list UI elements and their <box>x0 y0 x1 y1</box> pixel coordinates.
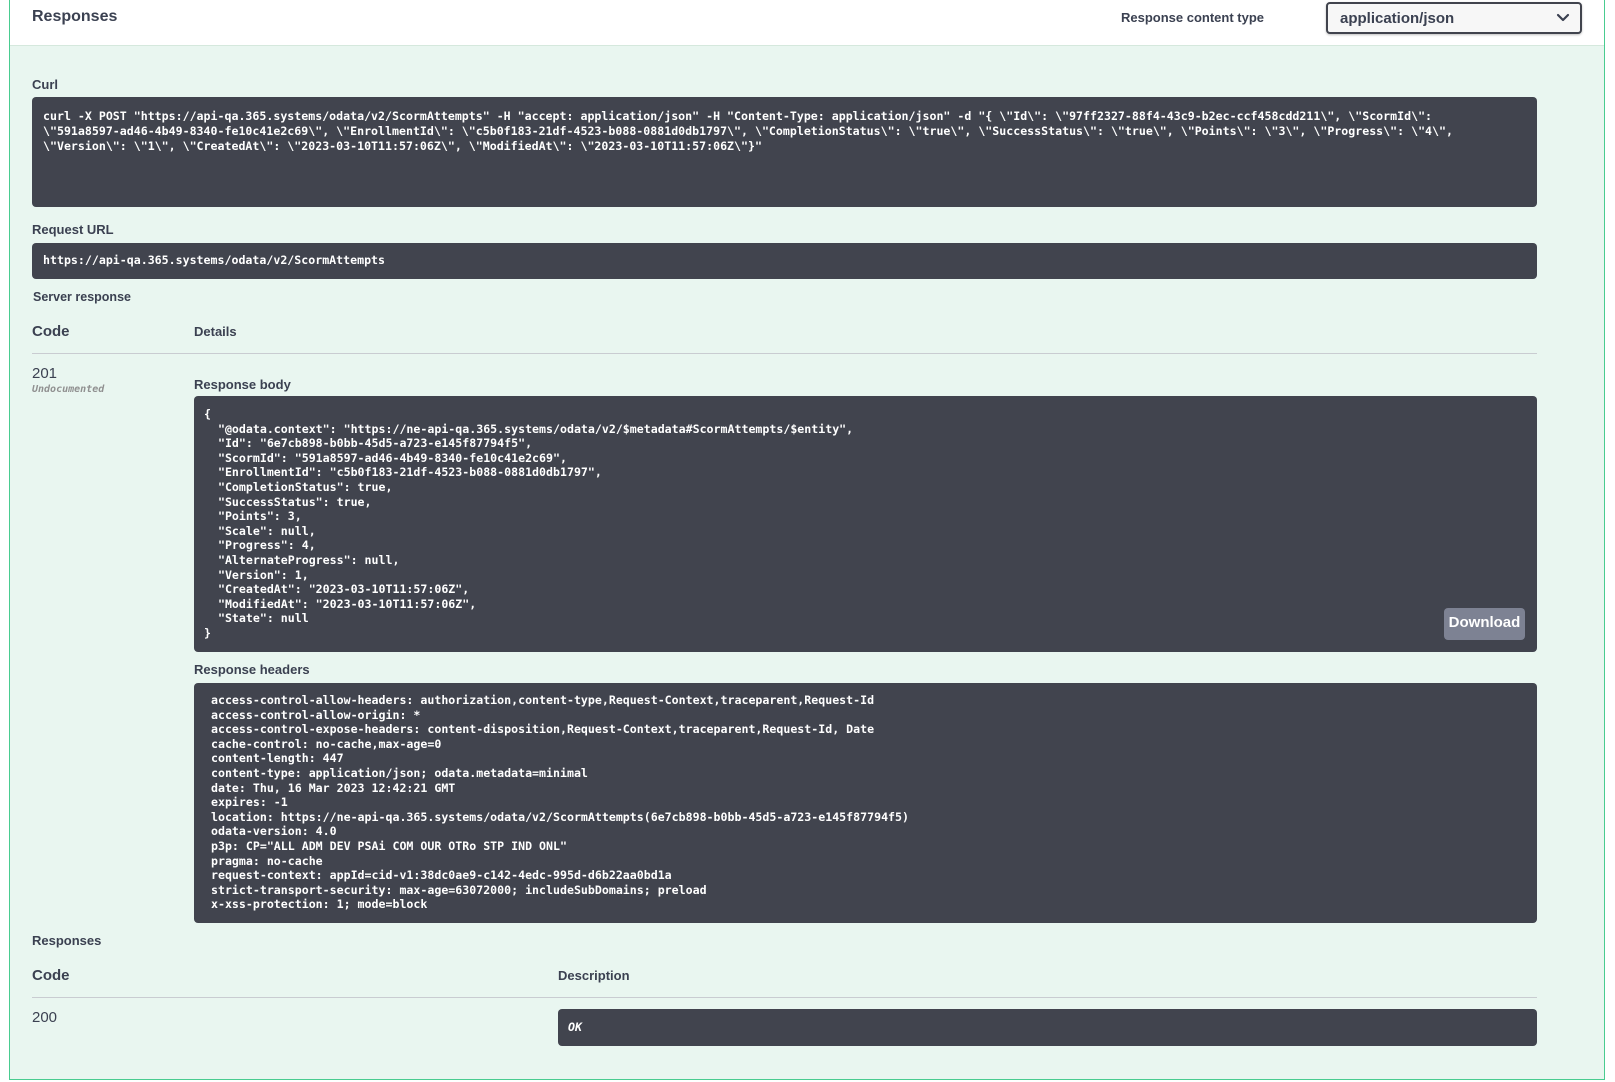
response-body-label: Response body <box>194 377 291 392</box>
response-description-box: OK <box>558 1009 1537 1046</box>
responses-section-label: Responses <box>32 933 102 948</box>
request-url-box[interactable]: https://api-qa.365.systems/odata/v2/Scor… <box>32 243 1537 279</box>
response-headers-label: Response headers <box>194 662 310 677</box>
request-url-label: Request URL <box>32 222 114 237</box>
request-url-value: https://api-qa.365.systems/odata/v2/Scor… <box>43 253 386 267</box>
responses-code-header: Code <box>32 967 70 984</box>
response-body-box[interactable]: { "@odata.context": "https://ne-api-qa.3… <box>194 396 1537 652</box>
response-headers: access-control-allow-headers: authorizat… <box>210 693 909 912</box>
curl-command: curl -X POST "https://api-qa.365.systems… <box>43 109 1453 153</box>
content-type-value: application/json <box>1340 10 1455 27</box>
undocumented-note: Undocumented <box>32 384 105 395</box>
responses-header: Responses Response content type applicat… <box>10 0 1604 46</box>
responses-title: Responses <box>32 8 118 25</box>
chevron-down-icon <box>1556 13 1570 22</box>
curl-label: Curl <box>32 77 58 92</box>
details-column-header: Details <box>194 324 237 339</box>
response-headers-box[interactable]: access-control-allow-headers: authorizat… <box>194 683 1537 923</box>
response-body: { "@odata.context": "https://ne-api-qa.3… <box>204 407 854 640</box>
divider <box>32 353 1537 354</box>
response-description: OK <box>568 1020 582 1034</box>
server-response-label: Server response <box>33 290 131 304</box>
content-type-label: Response content type <box>1120 10 1264 25</box>
responses-description-header: Description <box>558 968 630 983</box>
download-button[interactable]: Download <box>1444 608 1525 640</box>
code-column-header: Code <box>32 323 70 340</box>
curl-command-box[interactable]: curl -X POST "https://api-qa.365.systems… <box>32 97 1537 207</box>
operation-panel: Responses Response content type applicat… <box>9 0 1605 1080</box>
content-type-select[interactable]: application/json <box>1326 2 1582 34</box>
response-code: 201 <box>32 365 58 382</box>
divider <box>32 997 1537 998</box>
response-code: 200 <box>32 1009 58 1026</box>
